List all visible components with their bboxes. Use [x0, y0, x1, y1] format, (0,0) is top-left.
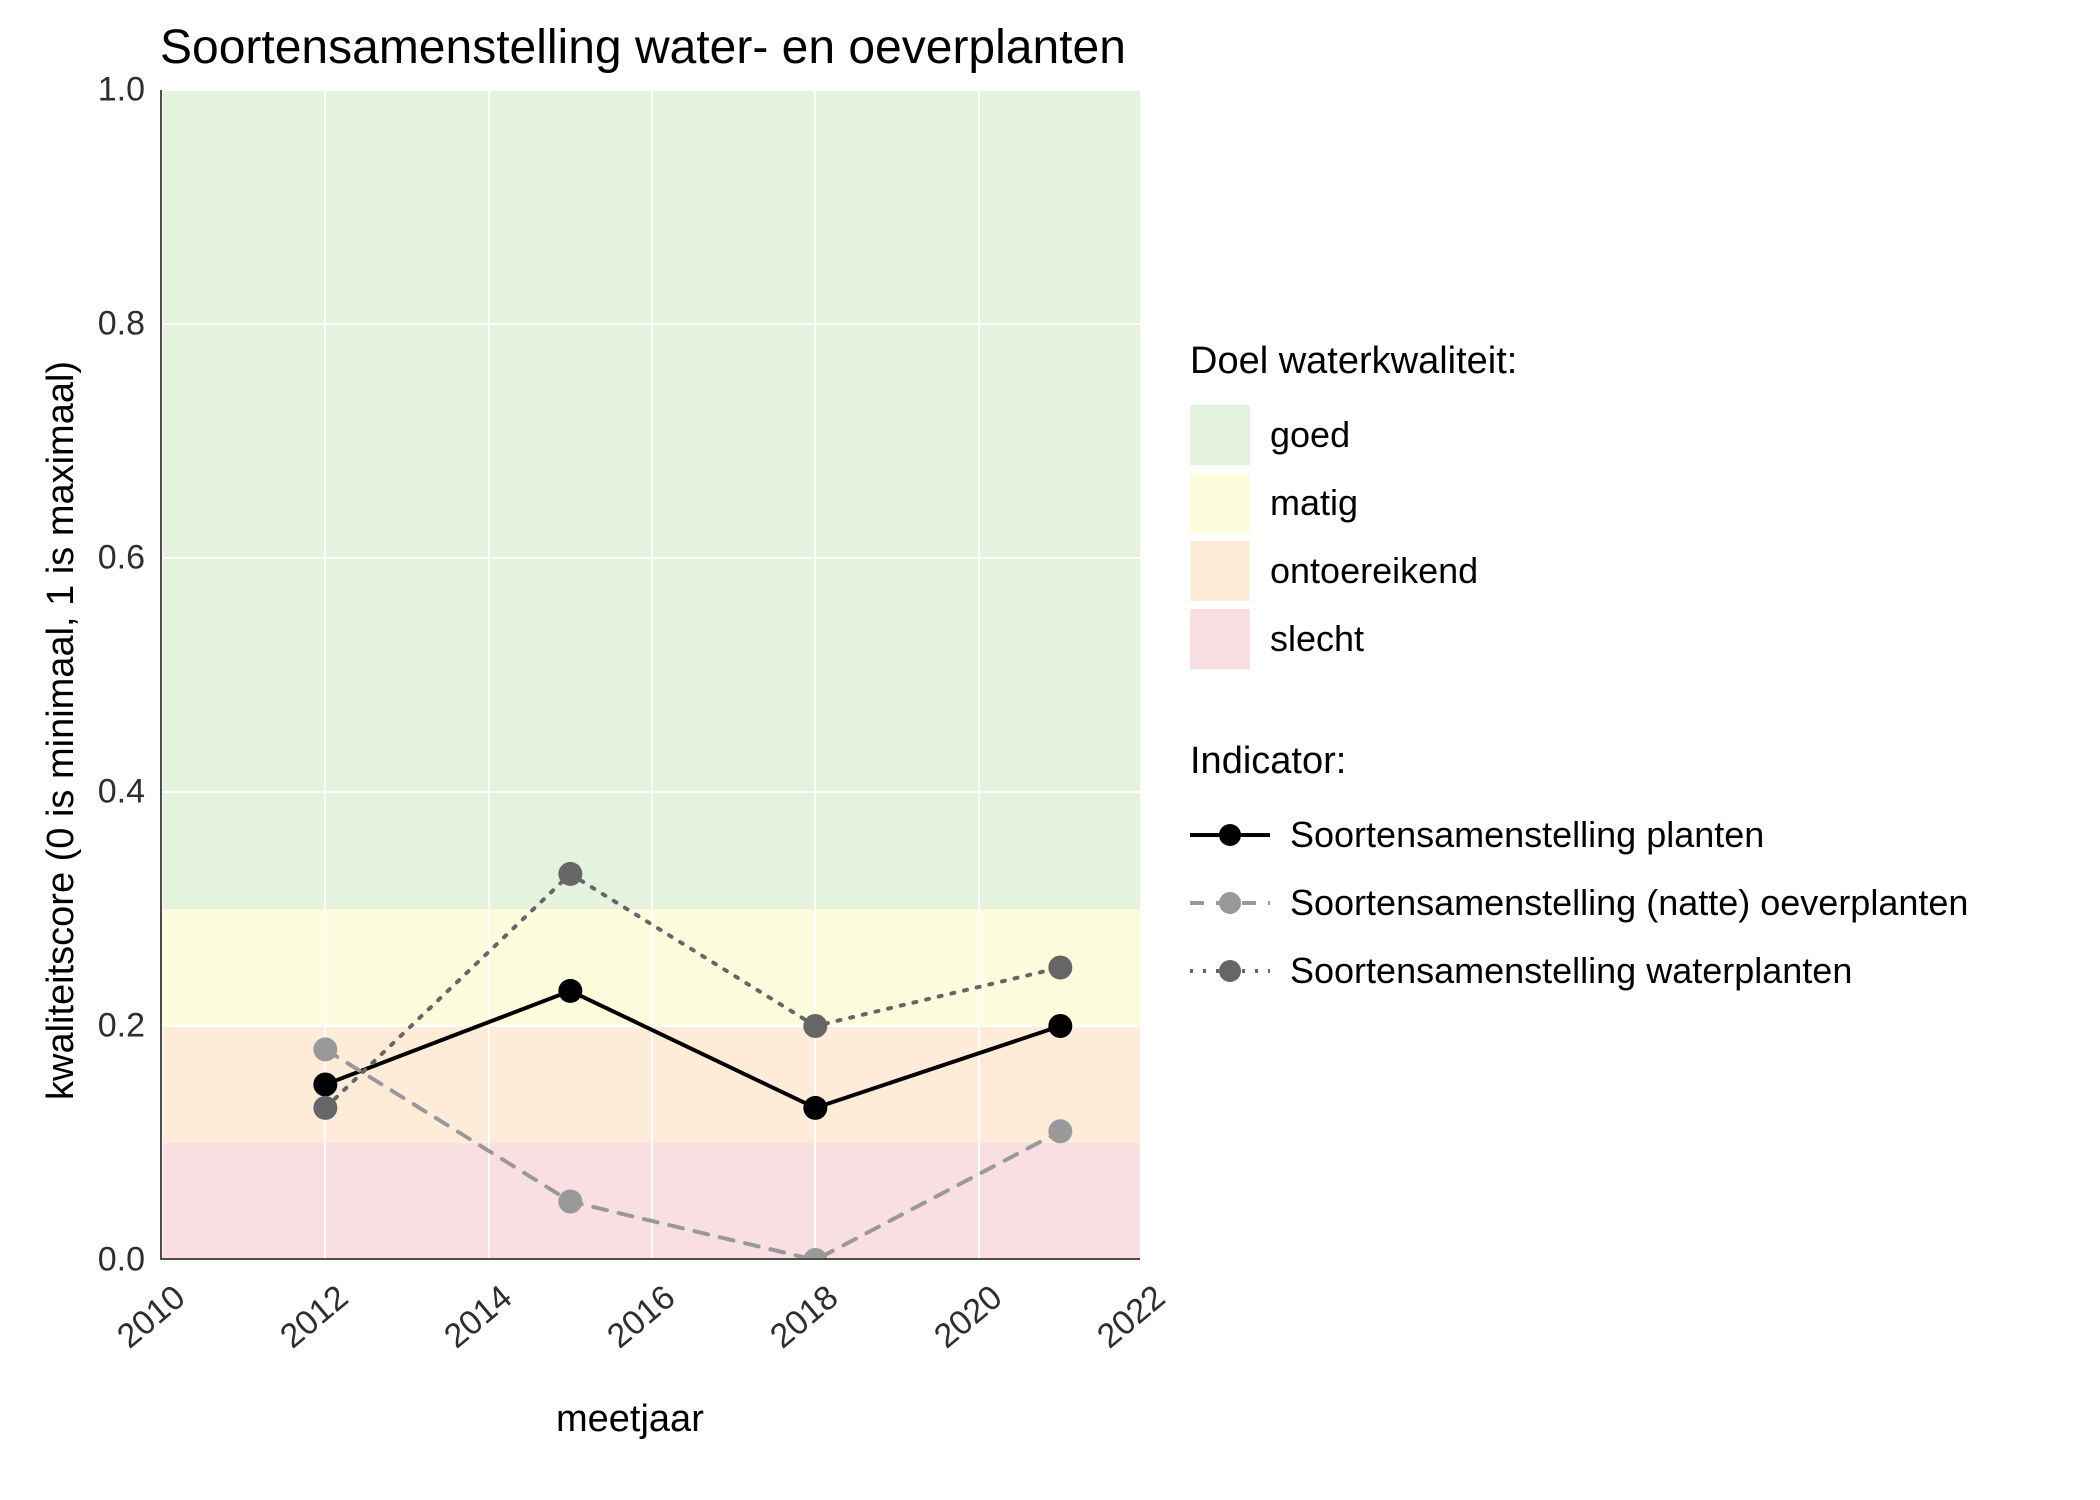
series-line — [325, 991, 1060, 1108]
y-tick-label: 0.6 — [85, 539, 145, 578]
legend-band-row: matig — [1190, 469, 1517, 537]
legend-band-label: slecht — [1270, 618, 1364, 660]
legend-bands-title: Doel waterkwaliteit: — [1190, 340, 1517, 383]
legend-series-label: Soortensamenstelling (natte) oeverplante… — [1290, 882, 1968, 924]
series-point — [803, 1248, 827, 1260]
legend-series-label: Soortensamenstelling waterplanten — [1290, 950, 1852, 992]
series-point — [803, 1096, 827, 1120]
legend-swatch — [1190, 541, 1250, 601]
legend-key — [1190, 815, 1270, 855]
x-tick-label: 2020 — [927, 1278, 1010, 1356]
series-line — [325, 1049, 1060, 1260]
legend-series-row: Soortensamenstelling (natte) oeverplante… — [1190, 869, 1968, 937]
series-point — [1048, 956, 1072, 980]
plot-panel — [160, 90, 1140, 1260]
legend-swatch — [1190, 473, 1250, 533]
legend-series-row: Soortensamenstelling waterplanten — [1190, 937, 1968, 1005]
x-tick-label: 2014 — [437, 1278, 520, 1356]
legend-band-row: goed — [1190, 401, 1517, 469]
legend-series-row: Soortensamenstelling planten — [1190, 801, 1968, 869]
y-tick-label: 0.2 — [85, 1007, 145, 1046]
series-point — [558, 979, 582, 1003]
legend-band-row: slecht — [1190, 605, 1517, 673]
series-point — [1048, 1014, 1072, 1038]
legend-series-label: Soortensamenstelling planten — [1290, 814, 1764, 856]
series-point — [313, 1037, 337, 1061]
series-point — [313, 1096, 337, 1120]
gridline-h — [162, 1259, 1140, 1260]
chart-container: Soortensamenstelling water- en oeverplan… — [0, 0, 2100, 1500]
y-tick-label: 0.4 — [85, 773, 145, 812]
x-tick-label: 2010 — [110, 1278, 193, 1356]
y-tick-label: 0.0 — [85, 1241, 145, 1280]
plot-svg — [162, 90, 1140, 1258]
legend-key — [1190, 883, 1270, 923]
x-tick-label: 2016 — [600, 1278, 683, 1356]
series-point — [558, 862, 582, 886]
y-tick-label: 1.0 — [85, 71, 145, 110]
series-point — [558, 1190, 582, 1214]
x-axis-label: meetjaar — [556, 1398, 704, 1441]
legend-band-label: goed — [1270, 414, 1350, 456]
legend-band-label: ontoereikend — [1270, 550, 1478, 592]
series-point — [313, 1073, 337, 1097]
legend-bands: Doel waterkwaliteit: goed matig ontoereike… — [1190, 340, 1517, 673]
legend-swatch — [1190, 405, 1250, 465]
x-tick-label: 2022 — [1090, 1278, 1173, 1356]
legend-swatch — [1190, 609, 1250, 669]
y-axis-label: kwaliteitscore (0 is minimaal, 1 is maxi… — [40, 361, 83, 1100]
legend-series: Indicator: Soortensamenstelling planten S… — [1190, 740, 1968, 1005]
x-tick-label: 2012 — [273, 1278, 356, 1356]
x-tick-label: 2018 — [763, 1278, 846, 1356]
y-tick-label: 0.8 — [85, 305, 145, 344]
legend-series-title: Indicator: — [1190, 740, 1968, 783]
legend-key — [1190, 951, 1270, 991]
series-point — [1048, 1119, 1072, 1143]
legend-band-label: matig — [1270, 482, 1358, 524]
chart-title: Soortensamenstelling water- en oeverplan… — [160, 20, 1126, 75]
series-point — [803, 1014, 827, 1038]
legend-band-row: ontoereikend — [1190, 537, 1517, 605]
series-line — [325, 874, 1060, 1108]
